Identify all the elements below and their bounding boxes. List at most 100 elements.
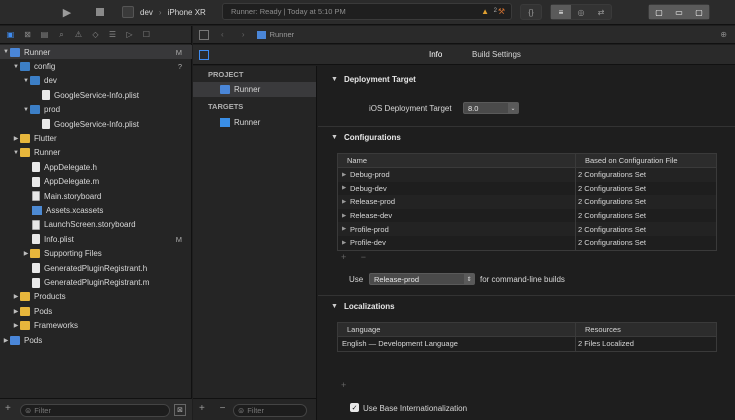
use-label: Use: [349, 275, 364, 284]
breadcrumb[interactable]: Runner: [256, 30, 294, 39]
disclosure-open-icon[interactable]: ▼: [12, 64, 20, 70]
search-icon[interactable]: ⌕: [53, 28, 70, 42]
disclosure-open-icon[interactable]: ▼: [22, 107, 30, 113]
disclosure-open-icon[interactable]: ▼: [22, 78, 30, 84]
disclosure-closed-icon[interactable]: ▶: [12, 135, 20, 142]
table-row[interactable]: ▶ Debug-prod 2 Configurations Set: [338, 168, 716, 182]
add-remove-localization-buttons[interactable]: +: [337, 380, 717, 394]
test-icon[interactable]: ◇: [87, 28, 104, 42]
tree-item-dev[interactable]: ▼ dev: [0, 74, 192, 88]
issue-icon[interactable]: ⚠: [70, 28, 87, 42]
debug-area-toggle-icon[interactable]: ▭: [669, 5, 689, 19]
scheme-selector[interactable]: dev › iPhone XR: [122, 4, 206, 20]
tree-item-assets[interactable]: Assets.xcassets: [0, 203, 192, 217]
standard-editor-icon[interactable]: ≡: [551, 5, 571, 19]
back-forward-icon[interactable]: ‹ ›: [221, 30, 253, 39]
disclosure-closed-icon[interactable]: ▶: [342, 240, 348, 246]
tree-item-plugin-registrant-h[interactable]: GeneratedPluginRegistrant.h: [0, 261, 192, 275]
disclosure-open-icon[interactable]: ▼: [331, 76, 338, 83]
disclosure-closed-icon[interactable]: ▶: [12, 322, 20, 329]
breakpoint-icon[interactable]: ▷: [121, 28, 138, 42]
disclosure-closed-icon[interactable]: ▶: [342, 172, 348, 178]
table-row[interactable]: ▶ Release-dev 2 Configurations Set: [338, 208, 716, 223]
disclosure-closed-icon[interactable]: ▶: [342, 199, 348, 205]
run-button[interactable]: ▶: [58, 4, 76, 20]
disclosure-closed-icon[interactable]: ▶: [12, 308, 20, 315]
add-editor-icon[interactable]: ⊕: [720, 30, 727, 39]
tree-item-products[interactable]: ▶ Products: [0, 290, 192, 304]
deployment-target-header[interactable]: ▼ Deployment Target: [331, 75, 416, 84]
tree-item-appdelegate-m[interactable]: AppDelegate.m: [0, 175, 192, 189]
tree-item-prod[interactable]: ▼ prod: [0, 103, 192, 117]
disclosure-closed-icon[interactable]: ▶: [342, 213, 348, 219]
table-row[interactable]: ▶ Debug-dev 2 Configurations Set: [338, 181, 716, 196]
inspector-toggle-icon[interactable]: ▢: [689, 5, 709, 19]
disclosure-open-icon[interactable]: ▼: [331, 303, 338, 310]
column-header-based-on[interactable]: Based on Configuration File: [576, 154, 716, 167]
base-internationalization-checkbox[interactable]: ✓: [350, 403, 359, 412]
checkmark-icon: ✓: [351, 404, 358, 412]
tree-item-pods-project[interactable]: ▶ Pods: [0, 333, 192, 347]
add-remove-target-buttons[interactable]: + −: [199, 403, 231, 414]
tree-item-label: Runner: [24, 47, 51, 57]
disclosure-open-icon[interactable]: ▼: [331, 134, 338, 141]
add-remove-configuration-buttons[interactable]: + −: [337, 252, 717, 266]
localizations-header[interactable]: ▼ Localizations: [331, 302, 395, 311]
folder-icon[interactable]: ▣: [2, 28, 19, 42]
report-icon[interactable]: ☐: [138, 28, 155, 42]
configurations-header[interactable]: ▼ Configurations: [331, 133, 401, 142]
command-line-config-popup[interactable]: Release-prod ⇕: [369, 273, 475, 285]
disclosure-closed-icon[interactable]: ▶: [342, 185, 348, 191]
recent-files-filter-icon[interactable]: ⊠: [174, 404, 186, 416]
project-header: PROJECT: [208, 70, 244, 79]
tree-item-plist-dev[interactable]: GoogleService-Info.plist: [0, 88, 192, 102]
tree-item-plist-prod[interactable]: GoogleService-Info.plist: [0, 117, 192, 131]
command-line-builds-label: for command-line builds: [480, 275, 565, 284]
stop-button[interactable]: [92, 4, 108, 20]
tree-item-frameworks[interactable]: ▶ Frameworks: [0, 319, 192, 333]
sidebar-toggle-icon[interactable]: [199, 50, 209, 60]
add-file-button[interactable]: +: [5, 403, 11, 414]
table-row[interactable]: ▶ Profile-prod 2 Configurations Set: [338, 222, 716, 236]
targets-filter-input[interactable]: ⊜ Filter: [233, 404, 307, 417]
symbol-icon[interactable]: ▤: [36, 28, 53, 42]
source-control-icon[interactable]: ⊠: [19, 28, 36, 42]
tree-item-main-storyboard[interactable]: Main.storyboard: [0, 189, 192, 203]
editor-mode-group: ≡ ◎ ⇄: [550, 4, 612, 20]
tab-build-settings[interactable]: Build Settings: [472, 50, 521, 59]
braces-icon[interactable]: {}: [521, 5, 541, 19]
disclosure-closed-icon[interactable]: ▶: [2, 337, 10, 344]
navigator-filter-input[interactable]: ⊜ Filter: [20, 404, 170, 417]
table-row[interactable]: English — Development Language 2 Files L…: [338, 337, 716, 351]
disclosure-closed-icon[interactable]: ▶: [12, 293, 20, 300]
column-header-language[interactable]: Language: [338, 323, 576, 336]
disclosure-open-icon[interactable]: ▼: [12, 150, 20, 156]
disclosure-closed-icon[interactable]: ▶: [342, 226, 348, 232]
assistant-editor-icon[interactable]: ◎: [571, 5, 591, 19]
ios-deployment-target-popup[interactable]: 8.0 ⌄: [463, 102, 519, 114]
tree-item-runner-group[interactable]: ▼ Runner: [0, 146, 192, 160]
debug-icon[interactable]: ☰: [104, 28, 121, 42]
warning-icon[interactable]: ▲: [481, 7, 489, 16]
table-row[interactable]: ▶ Release-prod 2 Configurations Set: [338, 195, 716, 209]
tree-item-plugin-registrant-m[interactable]: GeneratedPluginRegistrant.m: [0, 275, 192, 289]
project-item-runner[interactable]: Runner: [193, 82, 316, 97]
target-item-runner[interactable]: Runner: [193, 115, 316, 130]
table-row[interactable]: ▶ Profile-dev 2 Configurations Set: [338, 235, 716, 250]
tree-item-info-plist[interactable]: Info.plist M: [0, 232, 192, 246]
tree-item-supporting-files[interactable]: ▶ Supporting Files: [0, 247, 192, 261]
tree-item-pods-group[interactable]: ▶ Pods: [0, 304, 192, 318]
tree-item-launchscreen[interactable]: LaunchScreen.storyboard: [0, 218, 192, 232]
tab-info[interactable]: Info: [429, 50, 442, 59]
disclosure-closed-icon[interactable]: ▶: [22, 250, 30, 257]
column-header-name[interactable]: Name: [338, 154, 576, 167]
tree-item-flutter[interactable]: ▶ Flutter: [0, 131, 192, 145]
column-header-resources[interactable]: Resources: [576, 323, 716, 336]
disclosure-open-icon[interactable]: ▼: [2, 49, 10, 55]
tree-item-runner-project[interactable]: ▼ Runner M: [0, 45, 192, 60]
navigator-toggle-icon[interactable]: ▢: [649, 5, 669, 19]
tree-item-config[interactable]: ▼ config ?: [0, 59, 192, 73]
version-editor-icon[interactable]: ⇄: [591, 5, 611, 19]
tree-item-appdelegate-h[interactable]: AppDelegate.h: [0, 160, 192, 174]
related-items-icon[interactable]: [199, 29, 209, 40]
